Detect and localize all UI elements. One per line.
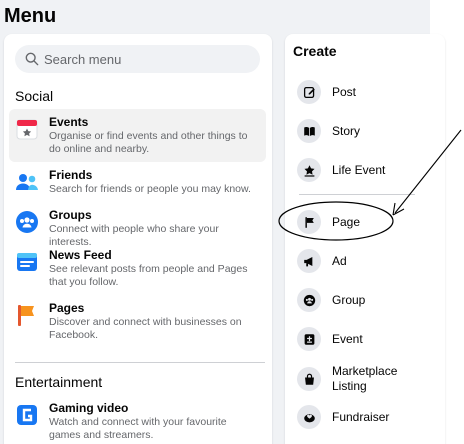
create-item-label: Event xyxy=(332,331,363,346)
friends-icon xyxy=(16,174,38,190)
create-title: Create xyxy=(293,43,337,59)
heart-hand-icon xyxy=(297,405,321,429)
create-item-label: Ad xyxy=(332,253,347,268)
menu-item-name: Gaming video xyxy=(49,401,129,415)
menu-item-desc: Discover and connect with businesses on … xyxy=(49,316,242,341)
create-fundraiser-button[interactable]: Fundraiser xyxy=(297,405,389,429)
create-item-label: Fundraiser xyxy=(332,409,390,424)
menu-item-pages[interactable]: Pages Discover and connect with business… xyxy=(9,295,266,348)
menu-item-name: Groups xyxy=(49,208,92,222)
menu-item-name: News Feed xyxy=(49,248,112,262)
menu-item-events[interactable]: Events Organise or find events and other… xyxy=(9,109,266,162)
create-item-label: Post xyxy=(332,84,357,99)
pages-flag-icon xyxy=(18,305,34,326)
menu-item-desc: Watch and connect with your favourite ga… xyxy=(49,416,227,441)
menu-item-name: Friends xyxy=(49,168,93,182)
create-item-label: Page xyxy=(332,214,361,229)
create-story-button[interactable]: Story xyxy=(297,119,360,143)
search-icon xyxy=(25,52,39,66)
create-item-label: Life Event xyxy=(332,162,386,177)
create-panel: Create Post Story Life Event Page Ad Gro… xyxy=(285,34,445,444)
events-icon xyxy=(16,119,38,140)
menu-item-name: Events xyxy=(49,115,89,129)
create-item-label: Story xyxy=(332,123,361,138)
book-icon xyxy=(297,119,321,143)
menu-item-desc: Search for friends or people you may kno… xyxy=(49,183,251,195)
menu-item-desc: Organise or find events and other things… xyxy=(49,130,248,155)
news-feed-icon xyxy=(17,253,37,271)
menu-item-friends[interactable]: Friends Search for friends or people you… xyxy=(9,162,266,202)
search-box[interactable] xyxy=(15,45,260,73)
star-icon xyxy=(297,158,321,182)
search-input[interactable] xyxy=(44,51,244,67)
groups-icon xyxy=(16,211,38,233)
page-title: Menu xyxy=(4,5,57,27)
flag-icon xyxy=(297,210,321,234)
create-group-button[interactable]: Group xyxy=(297,288,365,312)
calendar-icon xyxy=(297,327,321,351)
menu-left-panel: Social Events Organise or find events an… xyxy=(4,34,272,444)
section-divider xyxy=(15,362,265,363)
megaphone-icon xyxy=(297,249,321,273)
create-ad-button[interactable]: Ad xyxy=(297,249,347,273)
create-item-label: Group xyxy=(332,292,366,307)
create-page-button[interactable]: Page xyxy=(297,210,360,234)
create-marketplace-listing-button[interactable]: Marketplace Listing xyxy=(297,364,407,394)
create-life-event-button[interactable]: Life Event xyxy=(297,158,385,182)
create-event-button[interactable]: Event xyxy=(297,327,363,351)
group-icon xyxy=(297,288,321,312)
menu-item-name: Pages xyxy=(49,301,85,315)
menu-item-gaming-video[interactable]: Gaming video Watch and connect with your… xyxy=(9,395,266,444)
create-post-button[interactable]: Post xyxy=(297,80,356,104)
create-item-label: Marketplace Listing xyxy=(332,364,398,393)
section-title-entertainment: Entertainment xyxy=(15,374,103,390)
shopping-bag-icon xyxy=(297,367,321,391)
create-divider xyxy=(299,194,415,195)
section-title-social: Social xyxy=(15,88,54,104)
menu-item-news-feed[interactable]: News Feed See relevant posts from people… xyxy=(9,242,266,295)
menu-item-desc: See relevant posts from people and Pages… xyxy=(49,263,248,288)
gaming-video-icon xyxy=(17,405,37,425)
compose-icon xyxy=(297,80,321,104)
